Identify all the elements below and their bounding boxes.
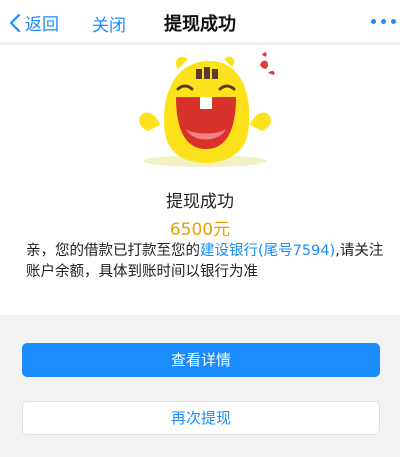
withdrawal-amount: 6500元	[169, 220, 231, 240]
page-title: 提现成功	[164, 14, 236, 35]
more-dot-icon	[391, 19, 396, 24]
more-dot-icon	[371, 19, 376, 24]
more-menu-button[interactable]	[371, 19, 396, 24]
navigation-bar: 返回 关闭 提现成功	[0, 0, 400, 44]
result-message: 亲，您的借款已打款至您的建设银行(尾号7594),请关注账户余额，具体到账时间以…	[26, 241, 386, 283]
more-dot-icon	[381, 19, 386, 24]
mascot-illustration	[139, 52, 275, 167]
status-title: 提现成功	[166, 192, 234, 212]
bank-account-link[interactable]: 建设银行(尾号7594)	[200, 243, 335, 259]
message-prefix: 亲，您的借款已打款至您的	[26, 243, 200, 259]
withdraw-again-button[interactable]: 再次提现	[22, 401, 380, 435]
result-panel: 提现成功 6500元 亲，您的借款已打款至您的建设银行(尾号7594),请关注账…	[0, 45, 400, 315]
view-details-button[interactable]: 查看详情	[22, 343, 380, 377]
